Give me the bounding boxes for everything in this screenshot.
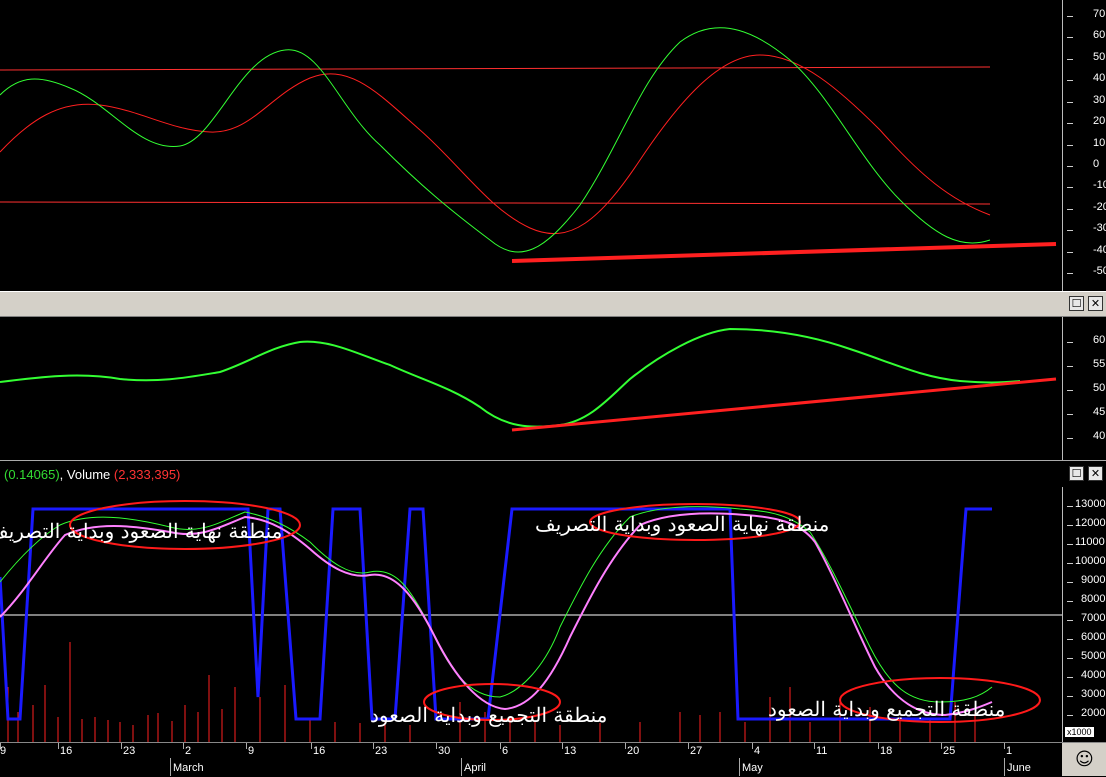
date-axis: 9 16 23 2 9 16 23 30 6 13 20 27 4 11 18 … (0, 742, 1062, 777)
panel-splitter[interactable]: ☐ ✕ (0, 291, 1106, 317)
close-button[interactable]: ✕ (1088, 466, 1103, 481)
day-label: 20 (627, 745, 640, 757)
axis-label: 45 (1093, 406, 1106, 418)
axis-label: 5000 (1081, 650, 1106, 662)
day-label: 13 (564, 745, 577, 757)
status-value: (0.14065) (4, 467, 60, 482)
oscillator-axis: 70 60 50 40 30 20 10 0 -10 -20 -30 -40 -… (1062, 0, 1106, 291)
axis-label: 3000 (1081, 688, 1106, 700)
axis-label: 50 (1093, 51, 1106, 63)
upper-band-line (0, 66, 991, 71)
axis-label: -20 (1093, 201, 1106, 213)
day-label: 23 (123, 745, 136, 757)
oscillator-chart (0, 27, 1057, 263)
day-label: 11 (816, 745, 828, 757)
signal-line-red (0, 54, 991, 235)
axis-label: 11000 (1075, 536, 1105, 548)
month-label: May (742, 762, 763, 774)
main-line-green (0, 27, 991, 253)
day-label: 27 (690, 745, 703, 757)
status-volume-value: (2,333,395) (113, 467, 181, 482)
trendline-2 (511, 377, 1057, 432)
indicator-panel[interactable] (0, 317, 1062, 460)
axis-label: 10000 (1075, 555, 1106, 567)
axis-label: 13000 (1075, 498, 1106, 510)
day-label: 23 (375, 745, 388, 757)
annotation-accumulation-1: منطقة التجميع وبداية الصعود (370, 703, 608, 727)
axis-label: 8000 (1081, 593, 1106, 605)
axis-label: 6000 (1081, 631, 1106, 643)
axis-label: -40 (1093, 244, 1106, 256)
volume-status-bar: (0.14065), Volume (2,333,395) (0, 464, 1062, 486)
axis-label: 60 (1093, 334, 1106, 346)
indicator-chart (0, 327, 1057, 432)
axis-label: -10 (1093, 179, 1106, 191)
axis-label: 9000 (1081, 574, 1106, 586)
restore-button[interactable]: ☐ (1069, 296, 1084, 311)
axis-label: 2000 (1081, 707, 1106, 719)
axis-label: 0 (1093, 158, 1100, 170)
day-label: 16 (60, 745, 73, 757)
axis-label: 60 (1093, 29, 1106, 41)
day-label: 16 (313, 745, 326, 757)
month-label: April (464, 762, 487, 774)
indicator-axis: 60 55 50 45 40 (1062, 317, 1106, 460)
smiley-icon: ☺ (1075, 749, 1094, 770)
day-label: 18 (880, 745, 893, 757)
axis-label: 70 (1093, 8, 1106, 20)
month-label: March (173, 762, 204, 774)
month-label: June (1007, 762, 1031, 774)
axis-label: -50 (1093, 265, 1106, 277)
day-label: 25 (943, 745, 956, 757)
trendline-1 (511, 242, 1057, 263)
axis-label: 12000 (1075, 517, 1106, 529)
day-label: 9 (248, 745, 255, 757)
status-indicator-name: Volume (66, 467, 111, 482)
restore-button[interactable]: ☐ (1069, 466, 1084, 481)
day-label: 30 (438, 745, 451, 757)
day-label: 4 (754, 745, 761, 757)
axis-label: 50 (1093, 382, 1106, 394)
day-label: 2 (185, 745, 192, 757)
lower-band-line (0, 201, 991, 205)
smiley-button[interactable]: ☺ (1062, 742, 1106, 776)
indicator-line-green (0, 327, 1021, 428)
axis-label: 10 (1093, 137, 1106, 149)
axis-label: 40 (1093, 430, 1106, 442)
oscillator-panel[interactable] (0, 0, 1062, 291)
close-button[interactable]: ✕ (1088, 296, 1103, 311)
annotation-distribution-2: منطقة نهاية الصعود وبداية التصريف (535, 512, 830, 536)
axis-label: -30 (1093, 222, 1106, 234)
axis-label: 4000 (1081, 669, 1106, 681)
day-label: 9 (0, 745, 7, 757)
axis-label: 55 (1093, 358, 1106, 370)
day-label: 6 (502, 745, 509, 757)
axis-unit-label: x1000 (1065, 727, 1094, 737)
axis-label: 40 (1093, 72, 1106, 84)
axis-label: 30 (1093, 94, 1106, 106)
annotation-distribution-1: منطقة نهاية الصعود وبداية التصريف (0, 519, 283, 543)
axis-label: 20 (1093, 115, 1106, 127)
volume-panel[interactable]: منطقة نهاية الصعود وبداية التصريف منطقة … (0, 487, 1062, 742)
day-label: 1 (1006, 745, 1013, 757)
annotation-accumulation-2: منطقة التجميع وبداية الصعود (768, 697, 1006, 721)
status-separator: , (59, 467, 67, 482)
volume-axis: 13000 12000 11000 10000 9000 8000 7000 6… (1062, 487, 1106, 742)
axis-label: 7000 (1081, 612, 1106, 624)
